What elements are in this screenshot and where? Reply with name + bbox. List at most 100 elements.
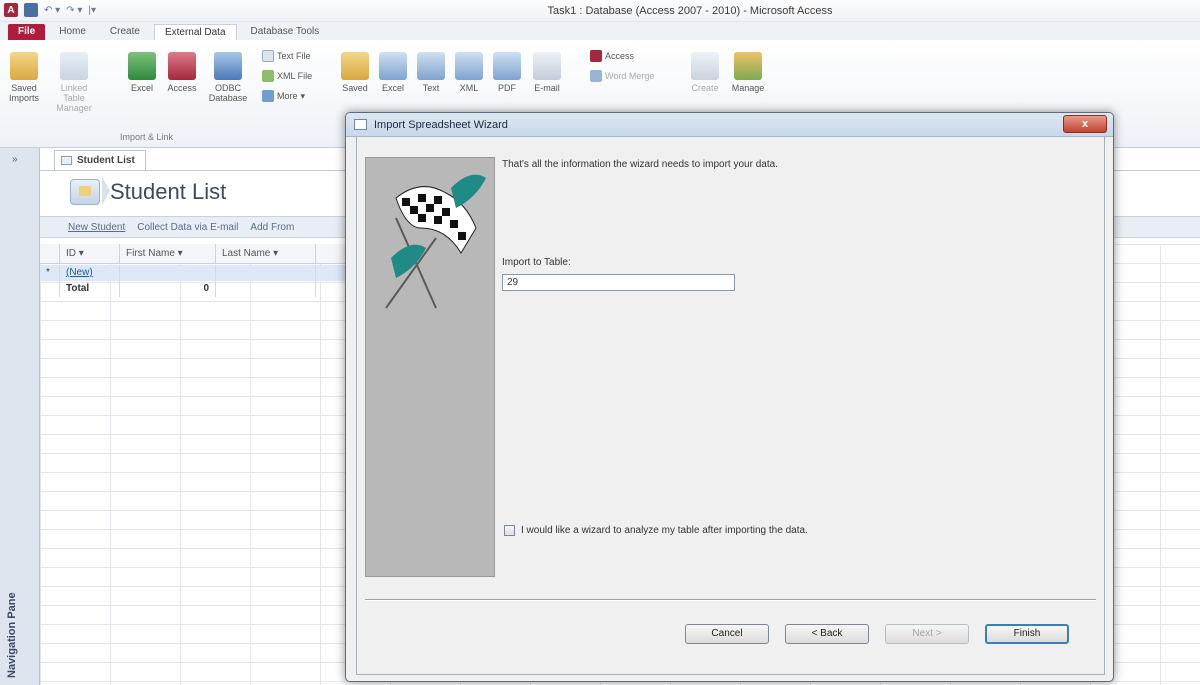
table-row-total: Total 0 — [40, 281, 360, 297]
word-merge-button[interactable]: Word Merge — [590, 70, 654, 82]
back-button[interactable]: < Back — [785, 624, 869, 644]
export-email-button[interactable]: E-mail — [530, 52, 564, 93]
tab-external-data[interactable]: External Data — [153, 24, 237, 40]
saved-imports-label: Saved Imports — [8, 83, 39, 103]
import-access-button[interactable]: Access — [164, 52, 200, 93]
import-text-file-button[interactable]: Text File — [262, 50, 311, 62]
saved-imports-button[interactable]: Saved Imports — [6, 52, 42, 103]
title-bar: A ↶ ▾ ↷ ▾ |▾ Task1 : Database (Access 20… — [0, 0, 1200, 22]
linked-table-manager-button[interactable]: Linked Table Manager — [52, 52, 96, 113]
column-header-id-label: ID — [66, 248, 76, 259]
new-student-link[interactable]: New Student — [68, 222, 125, 233]
create-email-label: Create — [691, 83, 719, 93]
export-xml-icon — [455, 52, 483, 80]
table-row-new[interactable]: * (New) — [40, 265, 360, 281]
new-row-id[interactable]: (New) — [60, 265, 120, 281]
nav-pane-toggle[interactable]: » — [12, 154, 18, 165]
export-email-label: E-mail — [534, 83, 560, 93]
row-selector-header — [40, 244, 60, 263]
export-text-label: Text — [422, 83, 440, 93]
import-group-label: Import & Link — [120, 132, 174, 142]
linked-table-icon — [60, 52, 88, 80]
more-label: More — [277, 91, 298, 101]
access-icon — [168, 52, 196, 80]
analyze-table-checkbox-row[interactable]: I would like a wizard to analyze my tabl… — [504, 525, 808, 536]
next-button[interactable]: Next > — [885, 624, 969, 644]
column-header-last-name[interactable]: Last Name ▾ — [216, 244, 316, 263]
dialog-title-bar[interactable]: Import Spreadsheet Wizard x — [346, 113, 1113, 137]
word-merge-icon — [590, 70, 602, 82]
export-text-button[interactable]: Text — [416, 52, 446, 93]
datasheet-header: ID ▾ First Name ▾ Last Name ▾ — [40, 244, 360, 264]
import-odbc-label: ODBC Database — [208, 83, 248, 103]
checkered-flag-icon — [365, 157, 495, 577]
close-icon: x — [1081, 118, 1089, 130]
import-spreadsheet-wizard-dialog: Import Spreadsheet Wizard x That's all t… — [345, 112, 1114, 682]
dialog-body: That's all the information the wizard ne… — [356, 137, 1105, 675]
export-text-icon — [417, 52, 445, 80]
export-excel-icon — [379, 52, 407, 80]
export-excel-button[interactable]: Excel — [378, 52, 408, 93]
tab-home[interactable]: Home — [49, 24, 96, 40]
import-odbc-button[interactable]: ODBC Database — [206, 52, 250, 103]
total-label: Total — [60, 281, 120, 297]
xml-file-icon — [262, 70, 274, 82]
form-title: Student List — [110, 179, 227, 204]
export-pdf-button[interactable]: PDF — [492, 52, 522, 93]
import-excel-label: Excel — [130, 83, 153, 93]
column-header-first-name[interactable]: First Name ▾ — [120, 244, 216, 263]
column-header-id[interactable]: ID ▾ — [60, 244, 120, 263]
saved-exports-button[interactable]: Saved — [340, 52, 370, 93]
export-xml-label: XML — [459, 83, 479, 93]
new-row-marker: * — [40, 265, 60, 281]
import-to-table-input[interactable] — [502, 274, 735, 291]
new-row-first-name-cell[interactable] — [120, 265, 216, 281]
column-header-last-name-label: Last Name — [222, 248, 271, 259]
finish-button[interactable]: Finish — [985, 624, 1069, 644]
cancel-button[interactable]: Cancel — [685, 624, 769, 644]
import-excel-button[interactable]: Excel — [126, 52, 158, 93]
tab-file[interactable]: File — [8, 24, 46, 40]
export-xml-button[interactable]: XML — [454, 52, 484, 93]
total-last-name-cell — [216, 281, 316, 297]
column-header-first-name-label: First Name — [126, 248, 175, 259]
chevron-down-icon: ▾ — [300, 90, 306, 101]
header-arrow — [102, 177, 110, 205]
collect-data-email-link[interactable]: Collect Data via E-mail — [137, 222, 238, 233]
import-access-label: Access — [167, 83, 197, 93]
total-value: 0 — [120, 281, 216, 297]
document-tab-label: Student List — [77, 155, 135, 166]
student-list-logo-icon — [70, 179, 100, 205]
import-xml-file-button[interactable]: XML File — [262, 70, 312, 82]
import-to-table-label: Import to Table: — [502, 257, 571, 268]
export-access-button[interactable]: Access — [590, 50, 634, 62]
ribbon-tabs: File Home Create External Data Database … — [0, 22, 1200, 40]
tab-create[interactable]: Create — [100, 24, 150, 40]
dialog-close-button[interactable]: x — [1063, 115, 1107, 133]
manage-replies-button[interactable]: Manage — [730, 52, 766, 93]
add-from-link[interactable]: Add From — [250, 222, 294, 233]
dialog-title: Import Spreadsheet Wizard — [374, 119, 508, 131]
excel-icon — [128, 52, 156, 80]
access-small-icon — [590, 50, 602, 62]
more-icon — [262, 90, 274, 102]
email-icon — [533, 52, 561, 80]
saved-exports-icon — [341, 52, 369, 80]
new-row-last-name-cell[interactable] — [216, 265, 316, 281]
odbc-icon — [214, 52, 242, 80]
text-file-icon — [262, 50, 274, 62]
saved-imports-icon — [10, 52, 38, 80]
export-access-label: Access — [605, 51, 635, 61]
tab-database-tools[interactable]: Database Tools — [241, 24, 330, 40]
manage-replies-label: Manage — [731, 83, 765, 93]
import-more-button[interactable]: More ▾ — [262, 90, 305, 102]
wizard-message: That's all the information the wizard ne… — [502, 159, 778, 170]
word-merge-label: Word Merge — [605, 71, 655, 81]
document-tab[interactable]: Student List — [54, 150, 146, 170]
analyze-table-checkbox[interactable] — [504, 525, 515, 536]
create-email-button[interactable]: Create — [690, 52, 720, 93]
text-file-label: Text File — [277, 51, 311, 61]
create-email-icon — [691, 52, 719, 80]
navigation-pane-label: Navigation Pane — [6, 592, 18, 678]
navigation-pane[interactable]: » Navigation Pane — [0, 148, 40, 685]
